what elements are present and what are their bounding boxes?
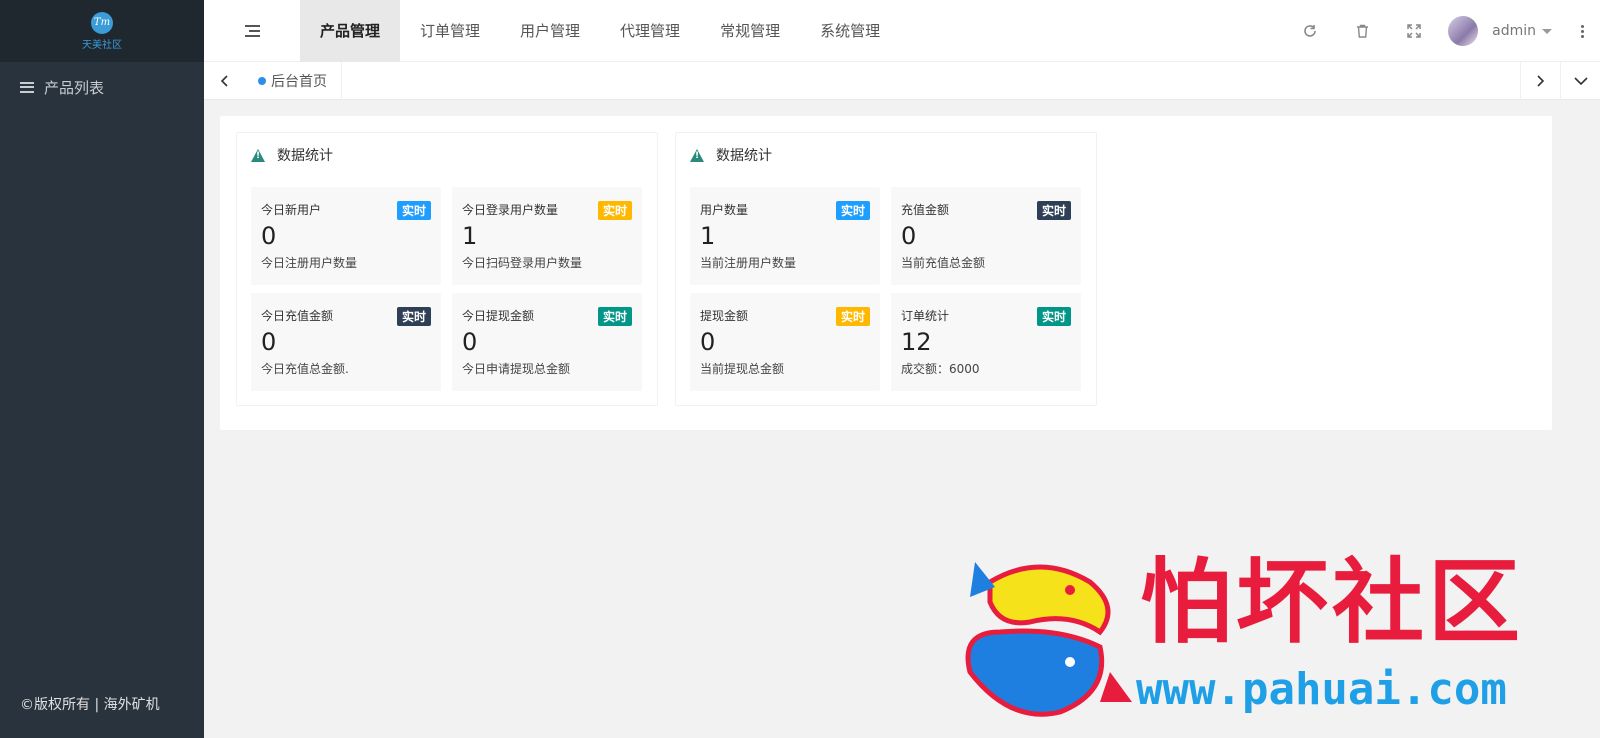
- chevron-down-icon: [1573, 77, 1588, 85]
- watermark: 怕坏社区 www.pahuai.com: [950, 548, 1550, 728]
- status-badge: 实时: [396, 201, 431, 220]
- logo-text: 天美社区: [82, 39, 122, 51]
- stat-value: 0: [261, 222, 277, 250]
- dashboard-panel: 数据统计 今日新用户 实时 0 今日注册用户数量 今日登录用户数量 实时 1 今…: [220, 116, 1552, 430]
- more-vertical-icon: [1580, 24, 1584, 28]
- chevron-down-icon[interactable]: [1542, 28, 1552, 34]
- tabs-scroll-right-button[interactable]: [1520, 62, 1560, 100]
- copyright-text: ©版权所有 | 海外矿机: [20, 697, 160, 713]
- tab-user-management[interactable]: 用户管理: [500, 0, 600, 62]
- warning-icon: [690, 148, 704, 162]
- trash-icon: [1356, 24, 1368, 38]
- tab-dashboard-home[interactable]: 后台首页: [244, 61, 342, 100]
- stat-value: 0: [261, 328, 277, 356]
- stat-desc: 今日扫码登录用户数量: [462, 256, 583, 270]
- stat-desc: 今日申请提现总金额: [462, 362, 571, 376]
- tab-order-management[interactable]: 订单管理: [400, 0, 500, 62]
- card-title: 数据统计: [237, 133, 657, 177]
- tab-general-management[interactable]: 常规管理: [700, 0, 800, 62]
- stat-desc: 成交额：6000: [901, 362, 980, 376]
- refresh-icon: [1304, 25, 1316, 37]
- stat-value: 0: [462, 328, 478, 356]
- status-badge: 实时: [597, 201, 632, 220]
- stat-value: 1: [462, 222, 478, 250]
- tab-product-management[interactable]: 产品管理: [300, 0, 401, 62]
- stat-today-new-users: 今日新用户 实时 0 今日注册用户数量: [251, 187, 441, 285]
- stat-desc: 当前提现总金额: [700, 362, 785, 376]
- stats-card-today: 数据统计 今日新用户 实时 0 今日注册用户数量 今日登录用户数量 实时 1 今…: [236, 132, 658, 406]
- user-name[interactable]: admin: [1492, 23, 1536, 39]
- stat-desc: 今日充值总金额.: [261, 362, 349, 376]
- card-title-text: 数据统计: [716, 148, 772, 164]
- status-badge: 实时: [597, 307, 632, 326]
- stat-today-withdraw: 今日提现金额 实时 0 今日申请提现总金额: [452, 293, 642, 391]
- fullscreen-button[interactable]: [1388, 0, 1440, 62]
- chevron-left-icon: [220, 74, 228, 87]
- sidebar-item-label: 产品列表: [44, 78, 105, 97]
- top-header: 产品管理 订单管理 用户管理 代理管理 常规管理 系统管理 admin: [204, 0, 1600, 62]
- stat-withdraw-total: 提现金额 实时 0 当前提现总金额: [690, 293, 880, 391]
- stat-recharge-total: 充值金额 实时 0 当前充值总金额: [891, 187, 1081, 285]
- warning-icon: [251, 148, 265, 162]
- more-options-button[interactable]: [1570, 0, 1594, 62]
- sidebar-item-product-list[interactable]: 产品列表: [0, 62, 204, 112]
- status-badge: 实时: [1036, 307, 1071, 326]
- refresh-button[interactable]: [1284, 0, 1336, 62]
- tabs-dropdown-button[interactable]: [1560, 62, 1600, 100]
- menu-fold-icon: [244, 24, 260, 37]
- stat-value: 0: [901, 222, 917, 250]
- tab-system-management[interactable]: 系统管理: [800, 0, 900, 62]
- status-badge: 实时: [396, 307, 431, 326]
- status-badge: 实时: [1036, 201, 1071, 220]
- stat-value: 0: [700, 328, 716, 356]
- sidebar-toggle-button[interactable]: [204, 0, 300, 62]
- stat-value: 12: [901, 328, 932, 356]
- fish-logo-icon: [965, 562, 1132, 717]
- active-dot-icon: [258, 76, 266, 85]
- header-toolbar: admin: [1284, 0, 1600, 62]
- home-tab-label: 后台首页: [271, 73, 327, 90]
- tabs-scroll-left-button[interactable]: [204, 62, 244, 100]
- stat-value: 1: [700, 222, 716, 250]
- list-icon: [20, 81, 34, 93]
- stat-order-summary: 订单统计 实时 12 成交额：6000: [891, 293, 1081, 391]
- status-badge: 实时: [835, 307, 870, 326]
- stat-today-recharge: 今日充值金额 实时 0 今日充值总金额.: [251, 293, 441, 391]
- card-title-text: 数据统计: [277, 148, 333, 164]
- clear-cache-button[interactable]: [1336, 0, 1388, 62]
- tab-agent-management[interactable]: 代理管理: [600, 0, 700, 62]
- stat-desc: 今日注册用户数量: [261, 256, 358, 270]
- sidebar: Tm 天美社区 产品列表 ©版权所有 | 海外矿机: [0, 0, 204, 738]
- watermark-url: www.pahuai.com: [1136, 664, 1507, 715]
- avatar[interactable]: [1448, 16, 1479, 46]
- stat-today-login-users: 今日登录用户数量 实时 1 今日扫码登录用户数量: [452, 187, 642, 285]
- stat-desc: 当前充值总金额: [901, 256, 986, 270]
- watermark-title: 怕坏社区: [1140, 549, 1525, 656]
- stat-desc: 当前注册用户数量: [700, 256, 797, 270]
- chevron-right-icon: [1536, 75, 1544, 87]
- page-tabs-bar: 后台首页: [204, 61, 1600, 100]
- logo-mark: Tm: [91, 11, 113, 34]
- tabs-right-controls: [1520, 62, 1600, 100]
- stats-card-overall: 数据统计 用户数量 实时 1 当前注册用户数量 充值金额 实时 0 当前充值总金…: [675, 132, 1097, 406]
- status-badge: 实时: [835, 201, 870, 220]
- card-title: 数据统计: [676, 133, 1096, 177]
- logo[interactable]: Tm 天美社区: [0, 0, 204, 62]
- fullscreen-icon: [1407, 24, 1421, 38]
- stat-user-count: 用户数量 实时 1 当前注册用户数量: [690, 187, 880, 285]
